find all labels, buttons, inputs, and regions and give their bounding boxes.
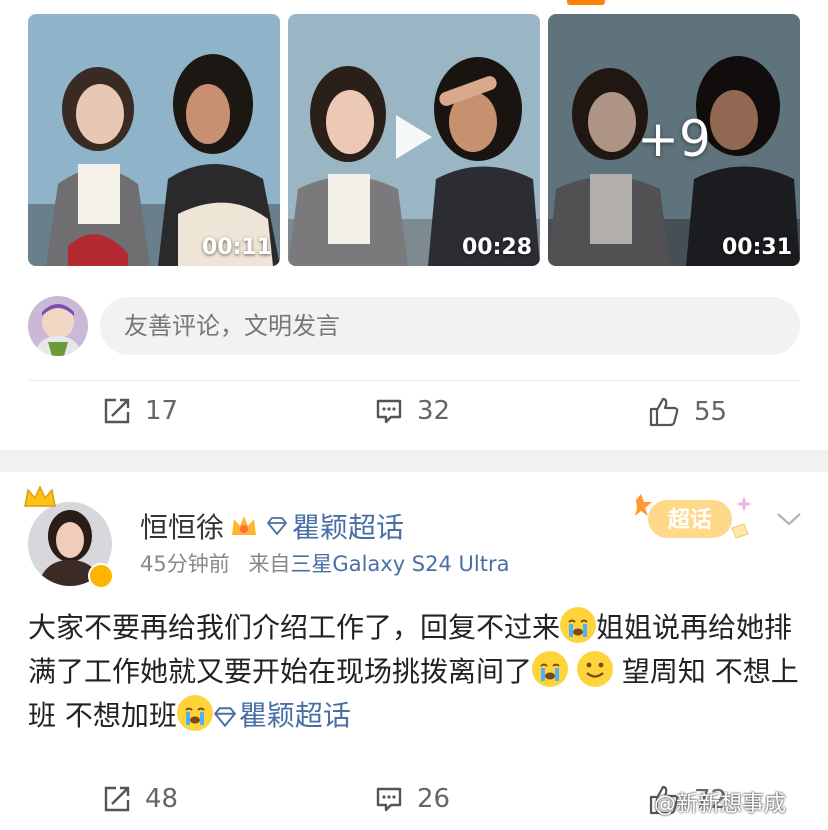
divider: [28, 380, 800, 381]
repost-icon: [104, 398, 130, 424]
video-duration: 00:28: [461, 235, 532, 260]
comment-count: 32: [417, 396, 451, 426]
post-time: 45分钟前: [140, 552, 230, 576]
comment-input[interactable]: 友善评论，文明发言: [100, 297, 800, 355]
comment-count: 26: [417, 784, 451, 814]
comment-button[interactable]: 32: [375, 396, 450, 426]
chevron-down-icon[interactable]: [776, 510, 802, 528]
super-topic-link[interactable]: 瞿颖超话: [266, 506, 404, 546]
poster-username[interactable]: 恒恒徐: [140, 506, 224, 546]
comment-icon: [376, 787, 402, 812]
top-accent-bar: [567, 0, 605, 5]
smile-emoji-icon: [576, 651, 613, 687]
like-count: 55: [694, 397, 728, 427]
watermark: @新新想事成: [654, 786, 786, 818]
video-thumbnail-2[interactable]: 00:28: [288, 14, 540, 266]
crying-emoji-icon: [532, 651, 569, 687]
like-button[interactable]: 55: [648, 396, 727, 428]
poster-info: 恒恒徐 瞿颖超话: [140, 506, 404, 546]
repost-button[interactable]: 17: [103, 396, 178, 426]
video-thumbnail-1[interactable]: 00:11: [28, 14, 280, 266]
repost-button[interactable]: 48: [103, 784, 178, 814]
post-device: 三星Galaxy S24 Ultra: [290, 552, 510, 576]
crying-emoji-icon: [560, 607, 597, 643]
super-topic-badge[interactable]: 超话: [632, 490, 758, 548]
inline-topic-name: 瞿颖超话: [238, 699, 351, 732]
crying-emoji-icon: [176, 695, 213, 731]
section-separator: [0, 450, 828, 472]
repost-count: 48: [145, 784, 179, 814]
comment-icon: [376, 399, 402, 424]
diamond-icon: [266, 517, 288, 535]
video-duration: 00:31: [721, 235, 792, 260]
post-meta: 45分钟前 来自三星Galaxy S24 Ultra: [140, 548, 509, 578]
super-topic-name: 瞿颖超话: [292, 511, 405, 544]
video-thumbnail-grid: 00:11 00:28 +9 00:31: [28, 14, 800, 266]
post-body: 大家不要再给我们介绍工作了，回复不过来 姐姐说再给她排满了工作她就又要开始在现场挑…: [28, 606, 800, 738]
source-prefix: 来自: [248, 552, 291, 576]
vip-crown-icon: [232, 516, 257, 535]
video-thumbnail-3[interactable]: +9 00:31: [548, 14, 800, 266]
avatar-image: [28, 296, 88, 356]
crown-icon: [24, 485, 56, 507]
user-avatar[interactable]: [28, 296, 88, 356]
more-media-count: +9: [637, 110, 711, 168]
post-text-part-1: 大家不要再给我们介绍工作了，回复不过来: [28, 611, 561, 644]
repost-icon: [104, 786, 130, 812]
super-badge-text: 超话: [668, 508, 712, 533]
video-duration: 00:11: [201, 235, 272, 260]
verified-badge-icon: [88, 563, 114, 589]
thumbs-up-icon: [649, 397, 679, 427]
comment-button[interactable]: 26: [375, 784, 450, 814]
repost-count: 17: [145, 396, 179, 426]
thumbnail-photo: [28, 14, 280, 266]
watermark-text: @新新想事成: [654, 792, 787, 817]
inline-super-topic-link[interactable]: 瞿颖超话: [213, 699, 351, 732]
diamond-icon: [213, 707, 236, 728]
play-icon[interactable]: [392, 112, 436, 162]
